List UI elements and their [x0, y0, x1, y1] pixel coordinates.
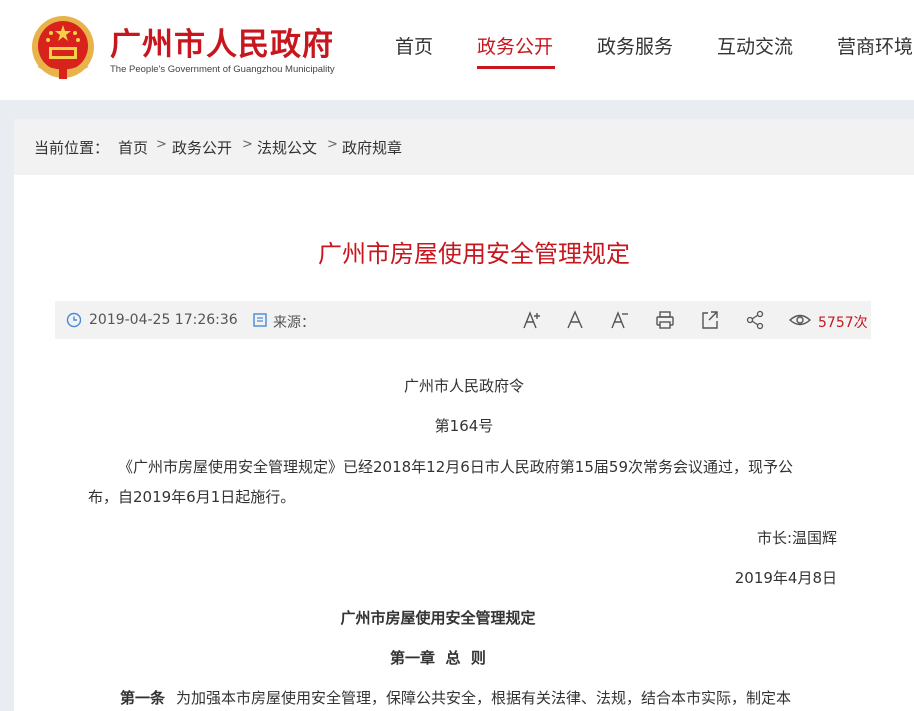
- article-container: 当前位置： 首页 > 政务公开 > 法规公文 > 政府规章 广州市房屋使用安全管…: [14, 119, 914, 711]
- breadcrumb-government-affairs[interactable]: 政务公开: [172, 137, 232, 158]
- chapter-heading: 第一章 总 则: [390, 649, 486, 667]
- decree-paragraph-line2: 布，自2019年6月1日起施行。: [88, 488, 296, 506]
- font-increase-icon[interactable]: [521, 309, 543, 331]
- font-normal-icon[interactable]: [564, 309, 586, 331]
- article-info-bar: 2019-04-25 17:26:36 来源： 5757次: [55, 301, 871, 339]
- decree-number: 第164号: [434, 417, 494, 435]
- source-label: 来源：: [273, 315, 315, 331]
- decree-paragraph-line1: 《广州市房屋使用安全管理规定》已经2018年12月6日市人民政府第15届59次常…: [118, 458, 793, 476]
- publish-date: 2019-04-25 17:26:36: [89, 312, 238, 328]
- breadcrumb-regulations[interactable]: 法规公文: [257, 137, 317, 158]
- breadcrumb-home[interactable]: 首页: [118, 137, 148, 158]
- signer: 市长:温国辉: [756, 529, 837, 547]
- regulation-title: 广州市房屋使用安全管理规定: [340, 609, 536, 627]
- site-title[interactable]: 广州市人民政府: [110, 19, 334, 64]
- font-decrease-icon[interactable]: [609, 309, 631, 331]
- breadcrumb-separator: >: [156, 137, 167, 152]
- article-number: 第一条: [120, 689, 166, 707]
- nav-government-services[interactable]: 政务服务: [597, 32, 673, 59]
- breadcrumb-separator: >: [327, 137, 338, 152]
- article-text: 为加强本市房屋使用安全管理，保障公共安全，根据有关法律、法规，结合本市实际，制定…: [176, 689, 792, 707]
- nav-government-affairs[interactable]: 政务公开: [477, 32, 553, 59]
- nav-active-indicator: [477, 66, 555, 69]
- decree-issuer: 广州市人民政府令: [403, 377, 524, 395]
- source-icon: [253, 313, 267, 327]
- nav-business-environment[interactable]: 营商环境: [837, 32, 913, 59]
- nav-interaction[interactable]: 互动交流: [717, 32, 793, 59]
- breadcrumb-gov-rules[interactable]: 政府规章: [342, 137, 402, 158]
- clock-icon: [66, 312, 82, 328]
- view-count: 5757次: [818, 315, 868, 331]
- print-icon[interactable]: [654, 309, 676, 331]
- eye-icon: [788, 314, 812, 326]
- share-out-icon[interactable]: [699, 309, 721, 331]
- breadcrumb: 当前位置： 首页 > 政务公开 > 法规公文 > 政府规章: [14, 119, 914, 175]
- site-header: 广州市人民政府 The People's Government of Guang…: [0, 0, 914, 100]
- nav-home[interactable]: 首页: [395, 32, 433, 59]
- article-title: 广州市房屋使用安全管理规定: [318, 240, 630, 268]
- site-subtitle: The People's Government of Guangzhou Mun…: [110, 64, 335, 75]
- breadcrumb-separator: >: [242, 137, 253, 152]
- sign-date: 2019年4月8日: [734, 569, 837, 587]
- breadcrumb-prefix: 当前位置：: [34, 139, 110, 157]
- share-icon[interactable]: [744, 309, 766, 331]
- national-emblem-icon[interactable]: [29, 13, 97, 83]
